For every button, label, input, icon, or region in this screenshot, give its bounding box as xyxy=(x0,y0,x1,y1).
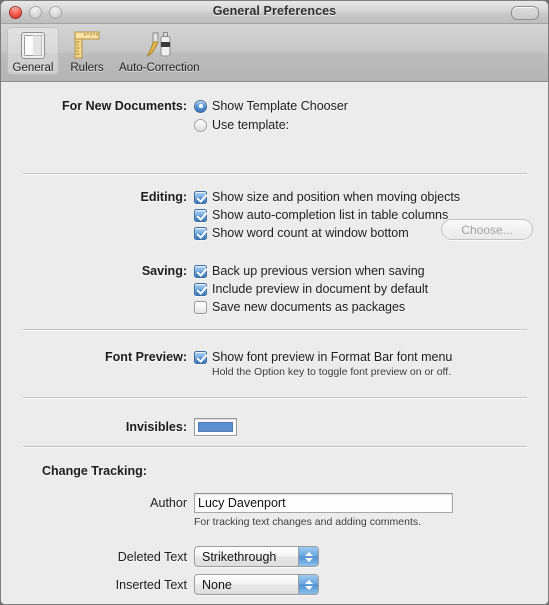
inserted-text-row: Inserted Text None xyxy=(42,574,319,595)
deleted-text-popup[interactable]: Strikethrough xyxy=(194,546,319,567)
checkbox-include-preview[interactable]: Include preview in document by default xyxy=(194,282,428,296)
checkbox-backup-previous-version-label: Back up previous version when saving xyxy=(212,264,425,278)
checkbox-indicator[interactable] xyxy=(194,264,207,278)
font-preview-label: Font Preview: xyxy=(105,350,187,364)
new-documents-row: For New Documents: Show Template Chooser… xyxy=(42,99,348,137)
divider-1 xyxy=(23,173,527,174)
toolbar-item-rulers[interactable]: Rulers xyxy=(61,27,113,75)
checkbox-word-count-label: Show word count at window bottom xyxy=(212,226,409,240)
checkbox-save-as-packages-label: Save new documents as packages xyxy=(212,300,406,314)
toolbar-item-general[interactable]: General xyxy=(7,27,59,75)
checkbox-indicator[interactable] xyxy=(194,208,207,222)
saving-row: Saving: Back up previous version when sa… xyxy=(42,264,428,318)
checkbox-indicator[interactable] xyxy=(194,190,207,204)
radio-show-template-chooser[interactable]: Show Template Chooser xyxy=(194,99,348,113)
rulers-icon xyxy=(71,29,103,61)
checkbox-show-font-preview-label: Show font preview in Format Bar font men… xyxy=(212,350,453,364)
chevron-updown-icon[interactable] xyxy=(298,575,318,594)
font-preview-body: Show font preview in Format Bar font men… xyxy=(194,350,452,378)
radio-indicator[interactable] xyxy=(194,118,207,132)
inserted-text-popup[interactable]: None xyxy=(194,574,319,595)
editing-row: Editing: Show size and position when mov… xyxy=(42,190,460,244)
preferences-window: General Preferences General Rulers Auto-… xyxy=(0,0,549,605)
saving-checkboxes: Back up previous version when saving Inc… xyxy=(194,264,428,318)
checkbox-save-as-packages[interactable]: Save new documents as packages xyxy=(194,300,428,314)
deleted-text-row: Deleted Text Strikethrough xyxy=(42,546,319,567)
invisibles-color-well[interactable] xyxy=(194,418,237,436)
divider-2 xyxy=(23,329,527,330)
font-preview-hint: Hold the Option key to toggle font previ… xyxy=(212,366,452,378)
toolbar-item-general-label: General xyxy=(12,62,54,74)
checkbox-show-size-position-label: Show size and position when moving objec… xyxy=(212,190,461,204)
radio-show-template-chooser-label: Show Template Chooser xyxy=(212,99,348,113)
checkbox-word-count[interactable]: Show word count at window bottom xyxy=(194,226,460,240)
toolbar: General Rulers Auto-Correction xyxy=(1,24,548,82)
new-documents-options: Show Template Chooser Use template: xyxy=(194,99,348,137)
author-hint: For tracking text changes and adding com… xyxy=(194,516,422,528)
preferences-content: For New Documents: Show Template Chooser… xyxy=(1,82,548,604)
checkbox-auto-completion-list-label: Show auto-completion list in table colum… xyxy=(212,208,449,222)
checkbox-indicator[interactable] xyxy=(194,350,207,364)
author-row: Author Lucy Davenport For tracking text … xyxy=(42,493,453,528)
inserted-text-label: Inserted Text xyxy=(115,577,187,592)
radio-use-template-label: Use template: xyxy=(212,118,290,132)
inserted-text-value: None xyxy=(202,577,232,592)
toolbar-item-rulers-label: Rulers xyxy=(70,62,104,74)
change-tracking-row: Change Tracking: xyxy=(42,464,147,478)
general-icon xyxy=(17,29,49,61)
title-bar[interactable]: General Preferences xyxy=(1,1,548,24)
checkbox-show-font-preview[interactable]: Show font preview in Format Bar font men… xyxy=(194,350,452,364)
checkbox-include-preview-label: Include preview in document by default xyxy=(212,282,429,296)
checkbox-indicator[interactable] xyxy=(194,300,207,314)
radio-indicator[interactable] xyxy=(194,99,207,113)
chevron-updown-icon[interactable] xyxy=(298,547,318,566)
author-input[interactable]: Lucy Davenport xyxy=(194,493,453,513)
new-documents-label: For New Documents: xyxy=(61,99,187,113)
editing-checkboxes: Show size and position when moving objec… xyxy=(194,190,460,244)
change-tracking-label: Change Tracking: xyxy=(42,464,147,478)
author-field-group: Lucy Davenport For tracking text changes… xyxy=(194,493,453,528)
author-label: Author xyxy=(150,496,187,510)
auto-correction-icon xyxy=(143,29,175,61)
radio-use-template[interactable]: Use template: xyxy=(194,118,348,132)
toolbar-item-auto-correction-label: Auto-Correction xyxy=(119,62,200,74)
invisibles-label: Invisibles: xyxy=(125,420,187,434)
toolbar-toggle-button[interactable] xyxy=(511,6,539,20)
checkbox-auto-completion-list[interactable]: Show auto-completion list in table colum… xyxy=(194,208,460,222)
divider-4 xyxy=(23,446,527,447)
invisibles-color-swatch xyxy=(198,422,233,432)
font-preview-row: Font Preview: Show font preview in Forma… xyxy=(42,350,452,378)
deleted-text-label: Deleted Text xyxy=(117,549,187,564)
window-title: General Preferences xyxy=(212,4,337,18)
toolbar-item-auto-correction[interactable]: Auto-Correction xyxy=(115,27,204,75)
checkbox-indicator[interactable] xyxy=(194,226,207,240)
divider-3 xyxy=(23,397,527,398)
checkbox-backup-previous-version[interactable]: Back up previous version when saving xyxy=(194,264,428,278)
saving-label: Saving: xyxy=(141,264,187,278)
checkbox-indicator[interactable] xyxy=(194,282,207,296)
editing-label: Editing: xyxy=(140,190,187,204)
deleted-text-value: Strikethrough xyxy=(202,549,277,564)
checkbox-show-size-position[interactable]: Show size and position when moving objec… xyxy=(194,190,460,204)
invisibles-row: Invisibles: xyxy=(42,418,237,436)
